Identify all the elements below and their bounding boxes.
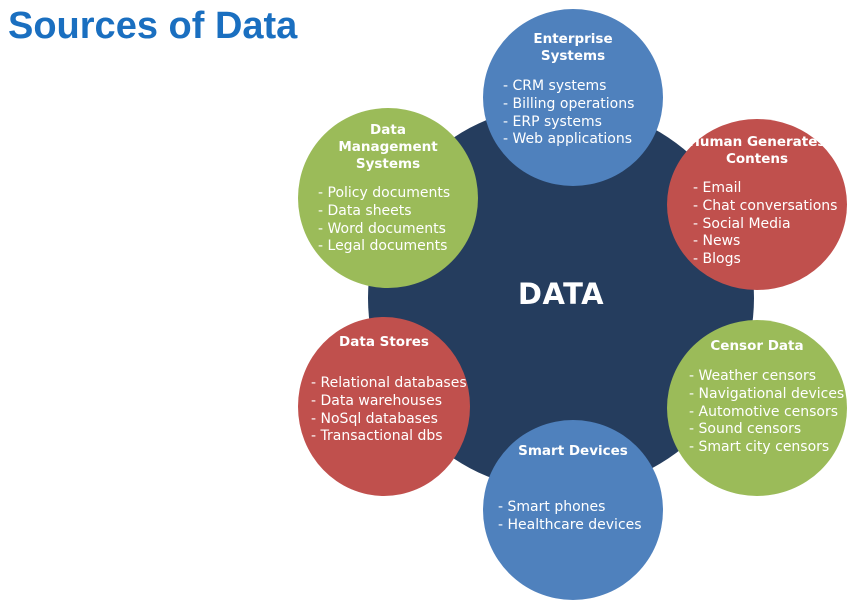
list-item: Email [693, 180, 837, 198]
list-item: Relational databases [311, 375, 467, 393]
list-item: Transactional dbs [311, 428, 467, 446]
list-item: Healthcare devices [498, 517, 642, 535]
node-smart-devices: Smart Devices Smart phones Healthcare de… [483, 420, 663, 600]
node-item-list: Relational databases Data warehouses NoS… [311, 375, 467, 446]
list-item: News [693, 233, 837, 251]
node-title: Enterprise Systems [533, 31, 613, 64]
list-item: Billing operations [503, 96, 635, 114]
node-data-management-systems: Data Management Systems Policy documents… [298, 108, 478, 288]
node-enterprise-systems: Enterprise Systems CRM systems Billing o… [483, 9, 663, 186]
list-item: Sound censors [689, 421, 844, 439]
list-item: Automotive censors [689, 404, 844, 422]
list-item: ERP systems [503, 114, 634, 132]
list-item: Legal documents [318, 238, 450, 256]
list-item: Blogs [693, 251, 837, 269]
list-item: CRM systems [503, 78, 634, 96]
node-title: Smart Devices [518, 443, 628, 459]
node-item-list: Weather censors Navigational devices Aut… [689, 368, 845, 457]
list-item: NoSql databases [311, 411, 467, 429]
node-censor-data: Censor Data Weather censors Navigational… [667, 320, 847, 496]
list-item: Data sheets [318, 203, 450, 221]
list-item: Social Media [693, 216, 837, 234]
node-title: Human Generates Contens [688, 134, 826, 167]
node-title: Data Stores [339, 334, 429, 350]
list-item: Web applications [503, 131, 634, 149]
list-item: Data warehouses [311, 393, 467, 411]
list-item: Word documents [318, 221, 450, 239]
list-item: Weather censors [689, 368, 844, 386]
list-item: Chat conversations [693, 198, 838, 216]
node-item-list: Email Chat conversations Social Media Ne… [693, 180, 838, 269]
list-item: Policy documents [318, 185, 451, 203]
list-item: Smart city censors [689, 439, 844, 457]
node-item-list: CRM systems Billing operations ERP syste… [503, 78, 635, 149]
list-item: Navigational devices [689, 386, 845, 404]
node-human-generated-content: Human Generates Contens Email Chat conve… [667, 119, 847, 290]
page-title: Sources of Data [8, 5, 298, 47]
node-item-list: Smart phones Healthcare devices [498, 499, 642, 535]
node-title: Data Management Systems [338, 122, 438, 172]
hub-label: DATA [517, 277, 605, 311]
node-data-stores: Data Stores Relational databases Data wa… [298, 317, 470, 496]
node-title: Censor Data [710, 338, 804, 354]
node-item-list: Policy documents Data sheets Word docume… [318, 185, 451, 256]
list-item: Smart phones [498, 499, 642, 517]
